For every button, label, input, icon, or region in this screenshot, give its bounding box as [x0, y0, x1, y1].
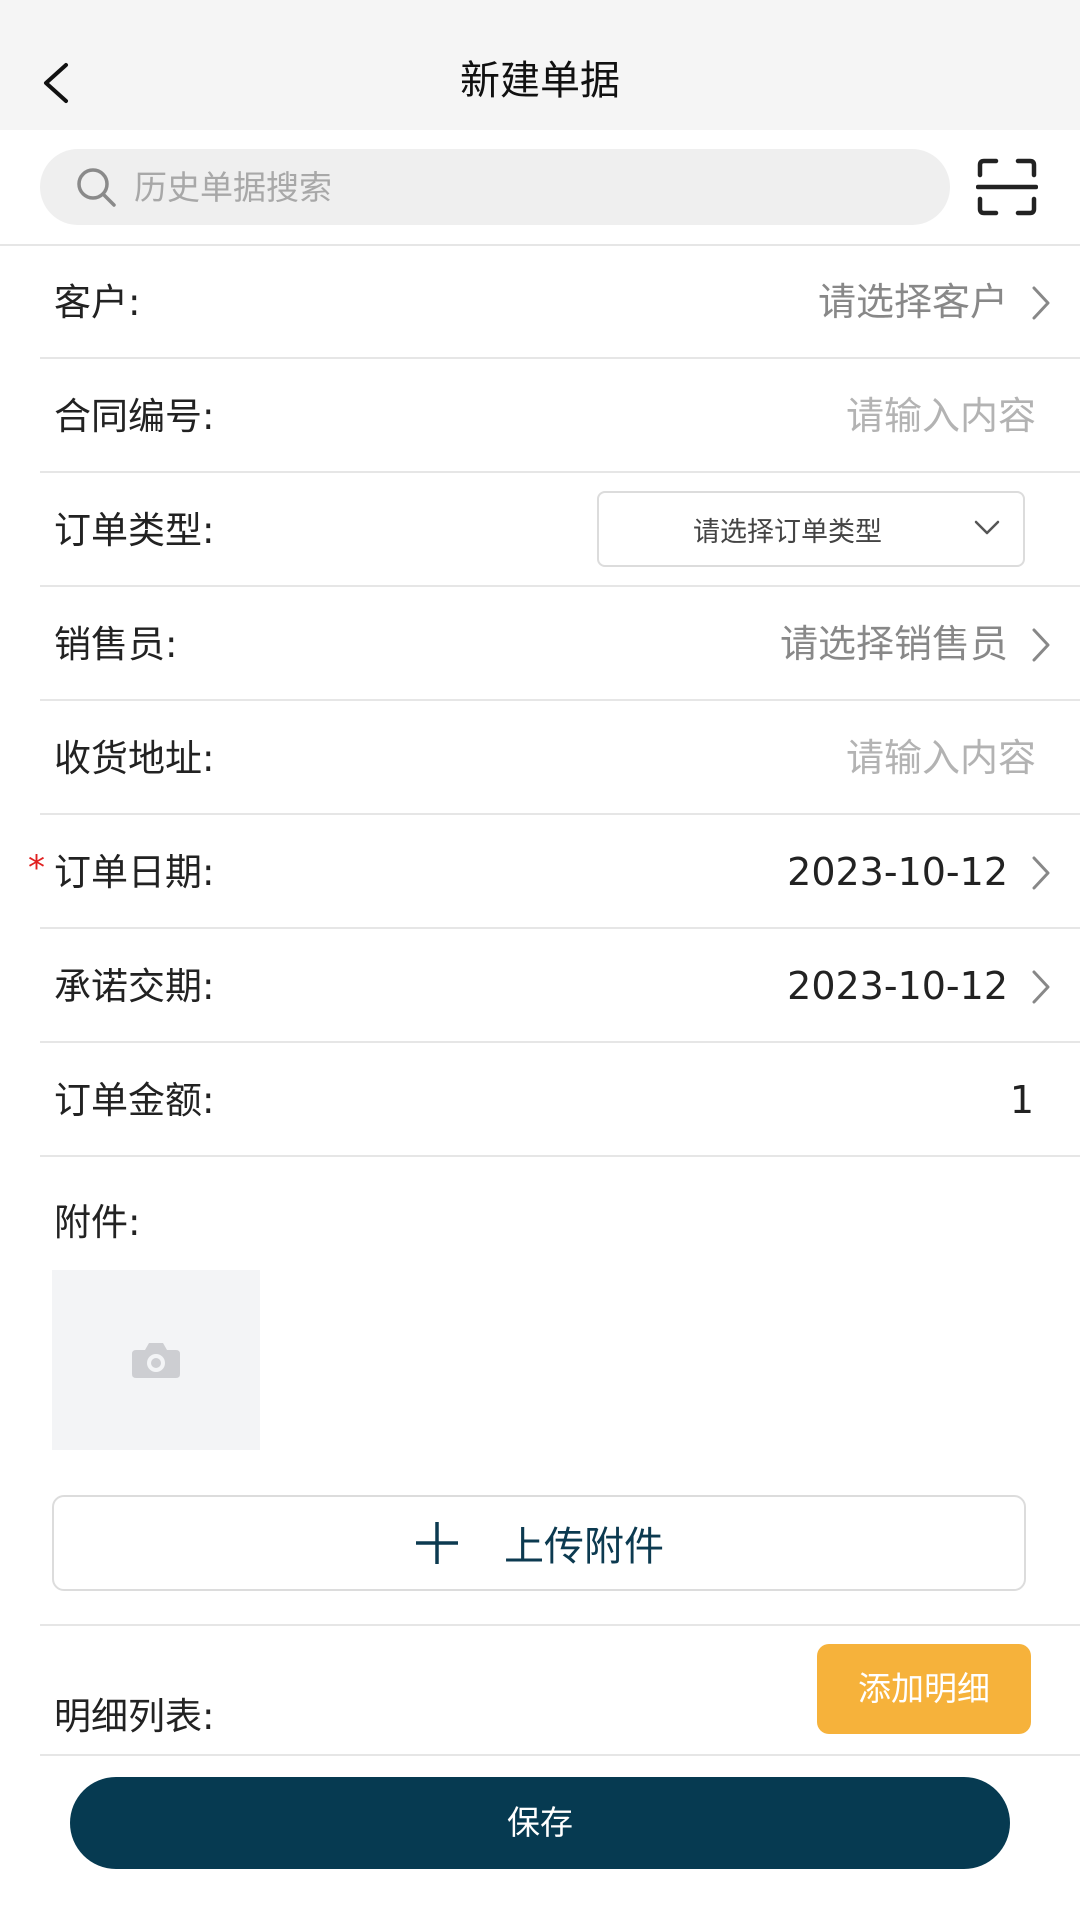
- order-date-label: 订单日期:: [54, 851, 215, 894]
- scan-button[interactable]: [975, 157, 1039, 217]
- scan-icon: [975, 158, 1039, 216]
- chevron-right-icon: [1032, 970, 1050, 1004]
- promised-delivery-row[interactable]: 承诺交期: 2023-10-12: [40, 930, 1080, 1043]
- order-type-select[interactable]: 请选择订单类型: [597, 491, 1025, 567]
- order-type-label: 订单类型:: [54, 509, 215, 552]
- contract-number-input[interactable]: 请输入内容: [846, 360, 1036, 473]
- shipping-address-row: 收货地址: 请输入内容: [40, 702, 1080, 815]
- top-bar: 新建单据: [0, 0, 1080, 130]
- shipping-address-label: 收货地址:: [54, 737, 215, 780]
- customer-label: 客户:: [54, 281, 141, 324]
- salesperson-value: 请选择销售员: [779, 622, 1008, 666]
- plus-icon: [416, 1522, 458, 1564]
- save-button[interactable]: 保存: [70, 1777, 1010, 1869]
- order-type-select-value: 请选择订单类型: [693, 516, 882, 548]
- attachments-label: 附件:: [54, 1201, 141, 1244]
- order-amount-label: 订单金额:: [54, 1079, 215, 1122]
- detail-list-row: 明细列表: 添加明细: [40, 1626, 1080, 1756]
- chevron-down-icon: [974, 520, 1000, 535]
- attachments-section: 附件: 上传附件: [40, 1162, 1080, 1626]
- detail-list-label: 明细列表:: [54, 1695, 215, 1738]
- chevron-right-icon: [1032, 856, 1050, 890]
- order-type-row: 订单类型: 请选择订单类型: [40, 474, 1080, 587]
- shipping-address-input[interactable]: 请输入内容: [846, 702, 1036, 815]
- order-date-value: 2023-10-12: [787, 850, 1008, 894]
- required-mark: *: [28, 848, 45, 888]
- order-date-row[interactable]: * 订单日期: 2023-10-12: [28, 816, 1080, 929]
- page-title: 新建单据: [460, 58, 620, 104]
- search-icon: [77, 168, 116, 207]
- customer-row[interactable]: 客户: 请选择客户: [40, 246, 1080, 359]
- order-amount-row: 订单金额: 1: [40, 1044, 1080, 1157]
- salesperson-row[interactable]: 销售员: 请选择销售员: [40, 588, 1080, 701]
- contract-number-row: 合同编号: 请输入内容: [40, 360, 1080, 473]
- promised-delivery-value: 2023-10-12: [787, 964, 1008, 1008]
- salesperson-label: 销售员:: [54, 623, 178, 666]
- search-bar-row: [0, 130, 1080, 246]
- promised-delivery-label: 承诺交期:: [54, 965, 215, 1008]
- chevron-right-icon: [1032, 628, 1050, 662]
- search-input[interactable]: [132, 166, 896, 208]
- photo-upload-slot[interactable]: [52, 1270, 260, 1450]
- chevron-right-icon: [1032, 286, 1050, 320]
- camera-icon: [132, 1343, 180, 1378]
- contract-number-label: 合同编号:: [54, 395, 215, 438]
- search-box[interactable]: [40, 149, 950, 225]
- upload-attachment-button[interactable]: 上传附件: [52, 1495, 1026, 1591]
- upload-attachment-label: 上传附件: [504, 1524, 664, 1570]
- customer-value: 请选择客户: [817, 280, 1008, 324]
- add-detail-button[interactable]: 添加明细: [817, 1644, 1031, 1734]
- order-amount-value: 1: [1009, 1078, 1034, 1122]
